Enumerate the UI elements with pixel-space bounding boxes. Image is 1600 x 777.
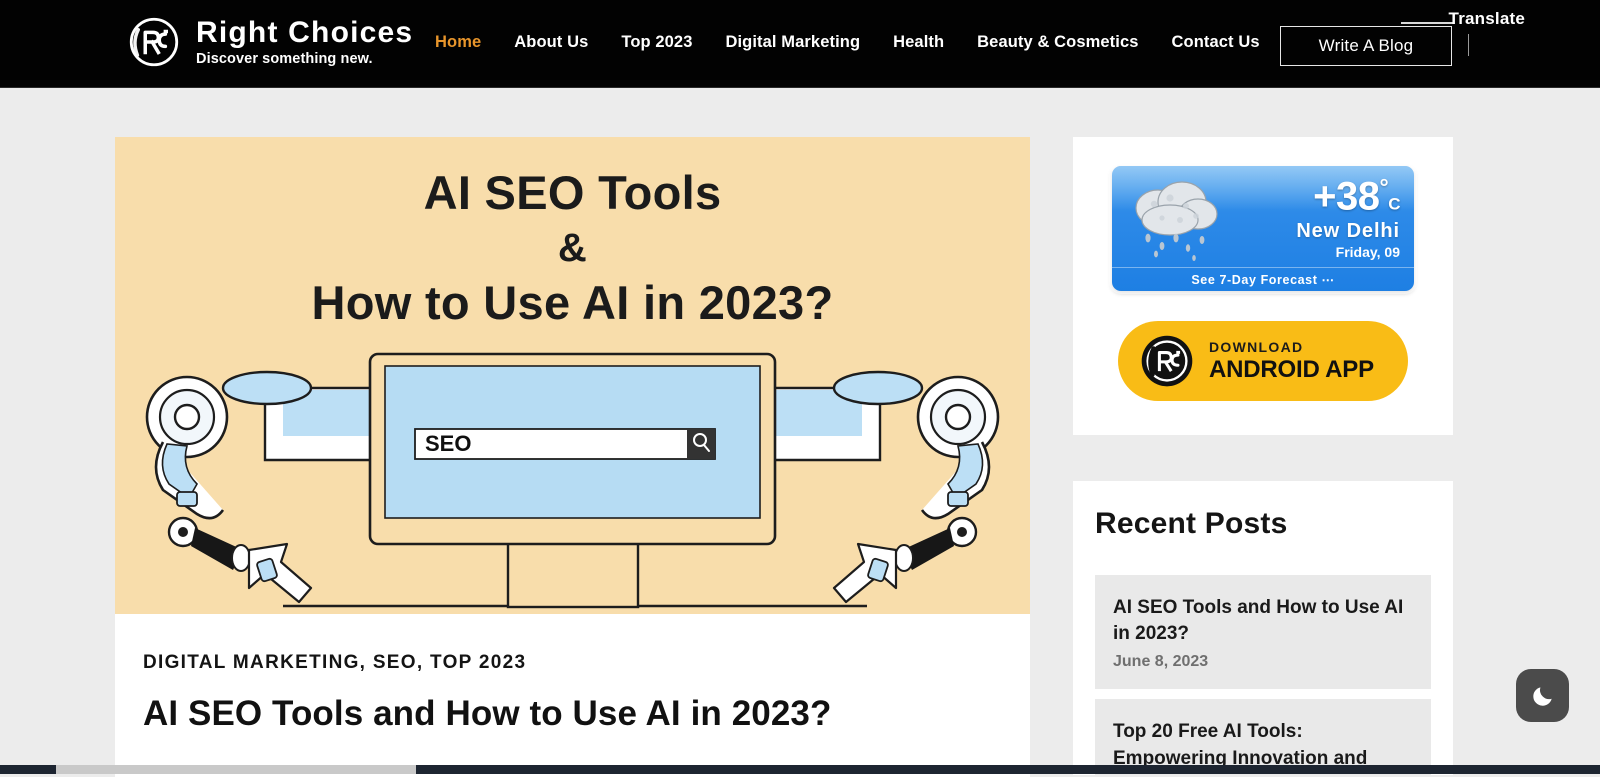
download-android-app-banner[interactable]: DOWNLOAD ANDROID APP xyxy=(1118,321,1408,401)
recent-posts-list: AI SEO Tools and How to Use AI in 2023? … xyxy=(1095,575,1431,775)
translate-caret xyxy=(1468,34,1469,56)
nav-item-beauty-cosmetics[interactable]: Beauty & Cosmetics xyxy=(977,33,1138,52)
rain-cloud-icon xyxy=(1124,174,1228,264)
moon-icon xyxy=(1530,683,1556,709)
article-categories[interactable]: DIGITAL MARKETING, SEO, TOP 2023 xyxy=(143,652,1002,674)
hero-heading: AI SEO Tools & How to Use AI in 2023? xyxy=(115,163,1030,333)
brand-name: Right Choices xyxy=(196,17,413,49)
see-7-day-forecast-link[interactable]: See 7-Day Forecast ⋯ xyxy=(1112,267,1414,291)
hero-line-3: How to Use AI in 2023? xyxy=(312,276,834,329)
main-navigation: Home About Us Top 2023 Digital Marketing… xyxy=(435,33,1260,52)
rc-monogram-icon xyxy=(126,14,182,70)
nav-item-health[interactable]: Health xyxy=(893,33,944,52)
article-title[interactable]: AI SEO Tools and How to Use AI in 2023? xyxy=(143,694,1002,734)
horizontal-scrollbar-thumb[interactable] xyxy=(56,765,416,774)
hero-line-2: & xyxy=(115,223,1030,274)
site-header: Right Choices Discover something new. Ho… xyxy=(0,0,1600,88)
recent-post-item[interactable]: Top 20 Free AI Tools: Empowering Innovat… xyxy=(1095,699,1431,775)
rc-monogram-icon xyxy=(1140,334,1194,388)
weather-city: New Delhi xyxy=(1296,220,1400,243)
nav-item-about-us[interactable]: About Us xyxy=(514,33,588,52)
brand-logo-link[interactable]: Right Choices Discover something new. xyxy=(126,14,413,70)
dark-mode-toggle[interactable] xyxy=(1516,669,1569,722)
horizontal-scrollbar[interactable] xyxy=(0,765,1600,774)
weather-degree: ° xyxy=(1380,174,1389,200)
weather-temperature: +38°C xyxy=(1296,176,1400,217)
recent-post-item[interactable]: AI SEO Tools and How to Use AI in 2023? … xyxy=(1095,575,1431,689)
sidebar-widgets-card: +38°C New Delhi Friday, 09 See 7-Day For… xyxy=(1073,137,1453,435)
sidebar: +38°C New Delhi Friday, 09 See 7-Day For… xyxy=(1073,137,1453,775)
brand-tagline: Discover something new. xyxy=(196,51,413,67)
weather-unit: C xyxy=(1388,194,1400,213)
nav-item-top-2023[interactable]: Top 2023 xyxy=(621,33,692,52)
translate-divider xyxy=(1401,22,1453,24)
weather-readout: +38°C New Delhi Friday, 09 xyxy=(1296,176,1400,260)
app-banner-top-label: DOWNLOAD xyxy=(1209,340,1374,355)
monitor: SEO xyxy=(370,354,775,544)
nav-item-digital-marketing[interactable]: Digital Marketing xyxy=(725,33,860,52)
nav-item-contact-us[interactable]: Contact Us xyxy=(1172,33,1260,52)
robot-monitor-illustration: SEO xyxy=(115,344,1030,614)
recent-posts-card: Recent Posts AI SEO Tools and How to Use… xyxy=(1073,481,1453,775)
weather-sign: + xyxy=(1313,174,1336,218)
page-body: AI SEO Tools & How to Use AI in 2023? xyxy=(0,88,1600,774)
recent-post-title[interactable]: AI SEO Tools and How to Use AI in 2023? xyxy=(1113,595,1413,647)
nav-item-home[interactable]: Home xyxy=(435,33,481,52)
recent-post-date: June 8, 2023 xyxy=(1113,653,1413,671)
app-banner-bottom-label: ANDROID APP xyxy=(1209,357,1374,382)
recent-post-title[interactable]: Top 20 Free AI Tools: Empowering Innovat… xyxy=(1113,719,1413,771)
translate-label[interactable]: Translate xyxy=(1449,9,1525,29)
hero-line-1: AI SEO Tools xyxy=(424,166,722,219)
weather-widget[interactable]: +38°C New Delhi Friday, 09 See 7-Day For… xyxy=(1112,166,1414,291)
write-a-blog-button[interactable]: Write A Blog xyxy=(1280,26,1452,66)
featured-article-card[interactable]: AI SEO Tools & How to Use AI in 2023? xyxy=(115,137,1030,777)
weather-date: Friday, 09 xyxy=(1296,244,1400,260)
article-body: DIGITAL MARKETING, SEO, TOP 2023 AI SEO … xyxy=(115,614,1030,734)
recent-posts-heading: Recent Posts xyxy=(1095,507,1431,541)
search-box-value: SEO xyxy=(425,431,471,456)
weather-value: 38 xyxy=(1336,174,1380,218)
article-hero-image: AI SEO Tools & How to Use AI in 2023? xyxy=(115,137,1030,614)
